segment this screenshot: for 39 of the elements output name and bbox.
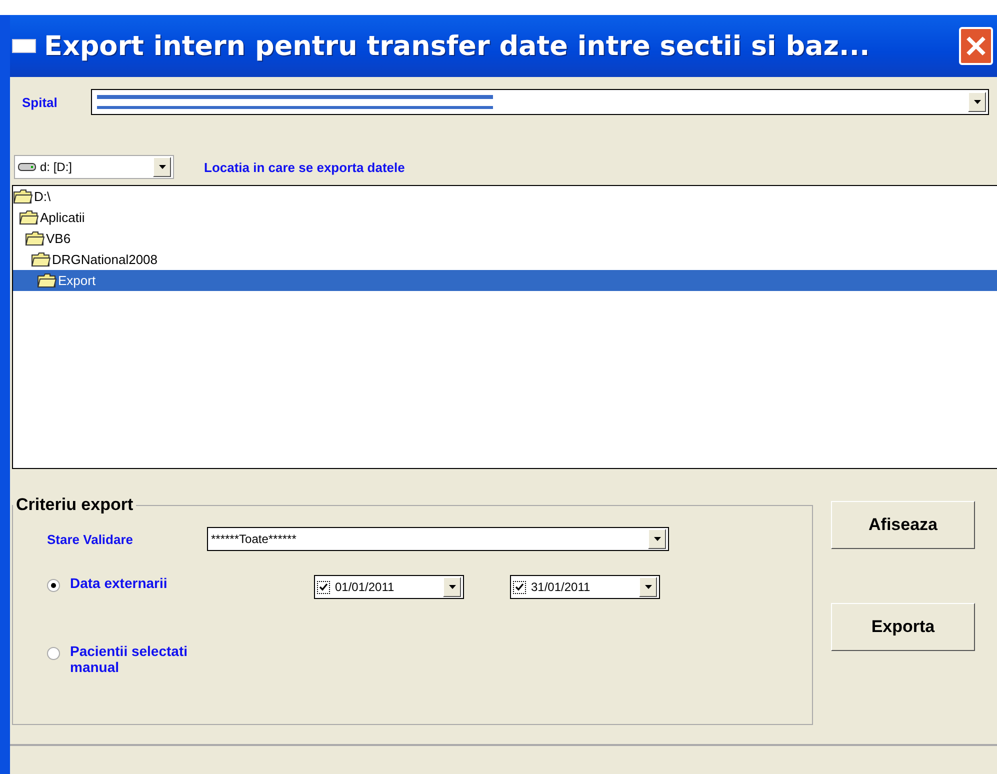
folder-icon [31,252,51,267]
folder-icon [37,273,57,288]
location-label: Locatia in care se exporta datele [204,160,405,174]
folder-tree-item[interactable]: DRGNational2008 [13,249,997,270]
stare-validare-label: Stare Validare [47,532,134,546]
dropdown-arrow-icon [448,585,456,589]
folder-icon [19,210,39,225]
folder-tree-item[interactable]: Aplicatii [13,207,997,228]
dropdown-arrow-icon [654,537,660,541]
folder-icon [25,231,45,246]
date-picker[interactable]: 31/01/2011 [510,575,660,599]
folder-tree-item[interactable]: VB6 [13,228,997,249]
option-label: Pacientii selectati manual [70,643,189,675]
drive-dropdown[interactable]: d: [D:] [14,155,174,179]
drive-icon [18,162,36,172]
dropdown-arrow-icon [974,100,980,104]
dropdown-arrow-icon [644,585,652,589]
folder-tree-item[interactable]: D:\ [13,186,997,207]
window-title: Export intern pentru transfer date intre sectii si baz... [44,30,871,62]
folder-tree-item[interactable]: Export [13,270,997,291]
radio-button[interactable] [47,579,60,592]
group-title: Criteriu export [15,495,134,515]
date-picker[interactable]: 01/01/2011 [314,575,464,599]
check-icon [319,583,328,591]
checkbox[interactable] [513,580,526,594]
close-button[interactable] [959,27,993,65]
checkbox[interactable] [317,580,330,594]
window-icon [12,39,36,53]
close-icon [965,35,987,57]
radio-button[interactable] [47,647,60,660]
spital-label: Spital [22,94,58,110]
stare-validare-dropdown[interactable]: ******Toate****** [207,527,669,551]
action-button[interactable]: Exporta [831,603,975,651]
folder-icon [13,189,33,204]
spital-dropdown[interactable] [91,89,989,115]
check-icon [515,583,524,591]
dropdown-arrow-icon [158,165,166,169]
option-label: Data externarii [70,575,168,591]
action-button[interactable]: Afiseaza [831,501,975,549]
